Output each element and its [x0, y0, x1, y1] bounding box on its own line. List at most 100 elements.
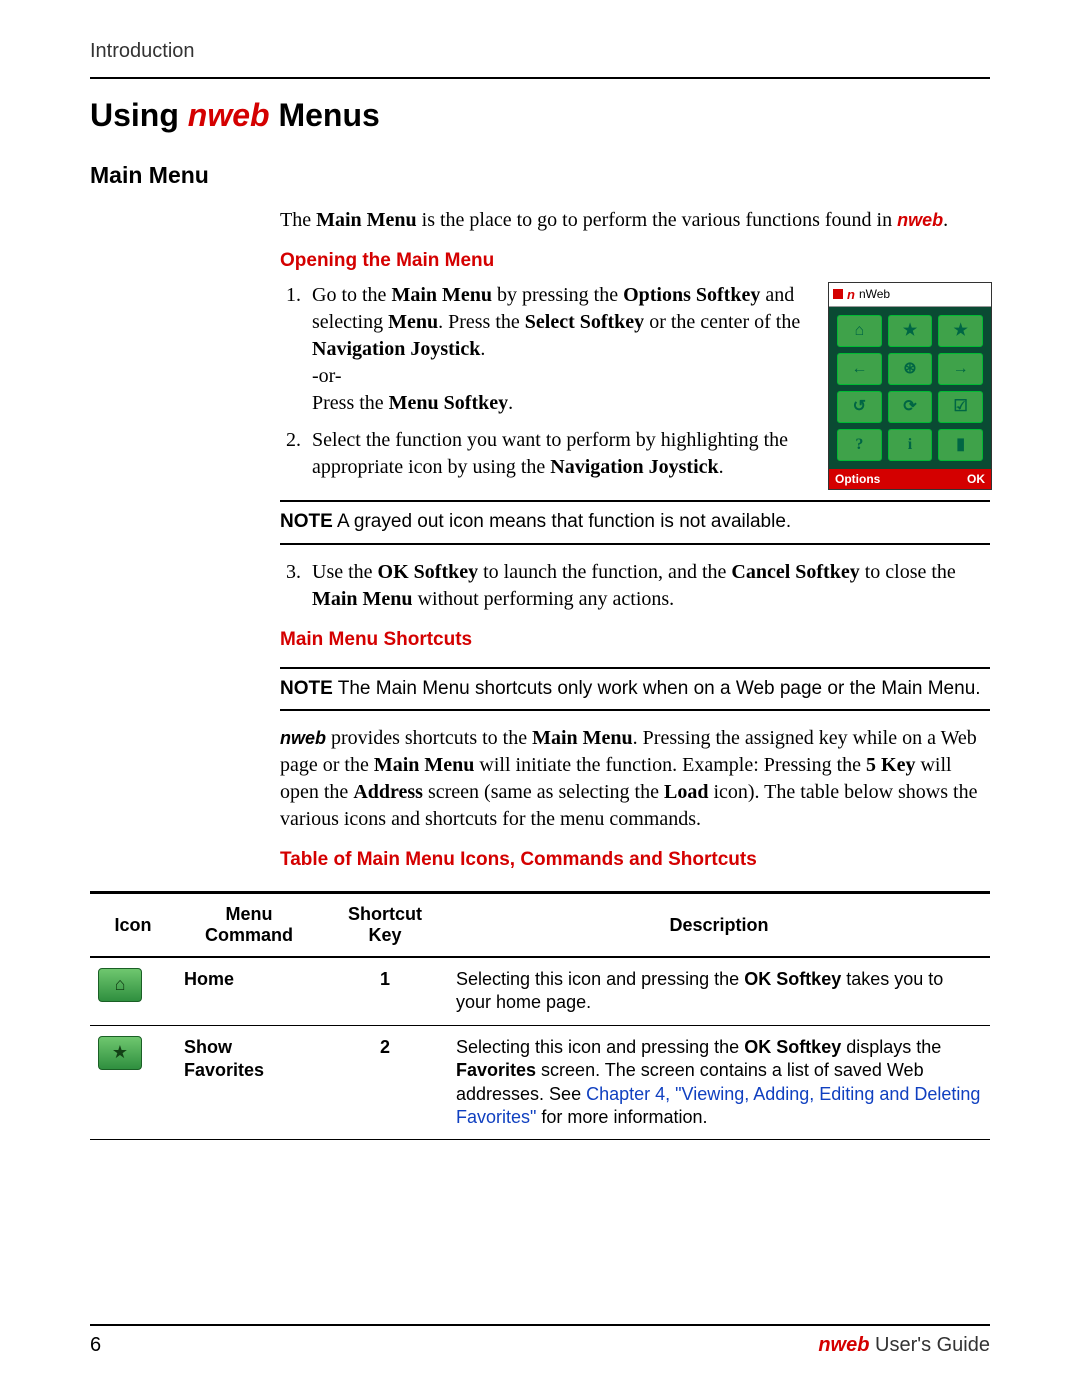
table-header-row: Icon Menu Command Shortcut Key Descripti… [90, 893, 990, 958]
phone-screenshot: n nWeb ⌂ ★ ★ ← ⊛ → ↺ ⟳ ☑ ? i ▮ Options O… [828, 282, 990, 491]
th-icon: Icon [90, 893, 176, 958]
text: . [719, 456, 724, 478]
text: will initiate the function. Example: Pre… [474, 754, 866, 776]
menu-cell: ☑ [938, 391, 983, 423]
title-pre: Using [90, 97, 188, 133]
cell-key: 2 [322, 1025, 448, 1140]
th-key: Shortcut Key [322, 893, 448, 958]
note-text: A grayed out icon means that function is… [333, 511, 791, 532]
text: Selecting this icon and pressing the [456, 969, 744, 989]
table-row: ★ Show Favorites 2 Selecting this icon a… [90, 1025, 990, 1140]
note-label: NOTE [280, 511, 333, 532]
phone-titlebar: n nWeb [829, 283, 991, 308]
cell-command: Show Favorites [176, 1025, 322, 1140]
section-heading: Main Menu [90, 162, 990, 189]
phone-softkey-left: Options [835, 471, 880, 487]
phone-flag-icon [833, 289, 843, 299]
text: . [508, 392, 513, 414]
intro-paragraph: The Main Menu is the place to go to perf… [280, 207, 990, 234]
text: Go to the [312, 284, 391, 306]
bold: Main Menu [391, 284, 492, 306]
title-post: Menus [270, 97, 380, 133]
text: . Press the [438, 311, 525, 333]
text: displays the [841, 1037, 941, 1057]
menu-cell: ? [837, 429, 882, 461]
cell-icon: ★ [90, 1025, 176, 1140]
th-command: Menu Command [176, 893, 322, 958]
note-text: The Main Menu shortcuts only work when o… [333, 678, 981, 699]
footer-brand: nweb [818, 1334, 869, 1356]
text: without performing any actions. [413, 588, 675, 610]
bold: Options Softkey [623, 284, 760, 306]
phone-title-text: nWeb [859, 286, 890, 302]
subheading-opening: Opening the Main Menu [280, 248, 990, 274]
bold: Load [664, 781, 708, 803]
bold: Navigation Joystick [550, 456, 718, 478]
shortcuts-paragraph: nweb provides shortcuts to the Main Menu… [280, 725, 990, 833]
note-block-1: NOTE A grayed out icon means that functi… [280, 500, 990, 545]
menu-cell: ⟳ [888, 391, 933, 423]
bold: 5 Key [866, 754, 915, 776]
text: . [480, 338, 485, 360]
text: screen (same as selecting the [423, 781, 664, 803]
bold: Main Menu [312, 588, 413, 610]
bold: Navigation Joystick [312, 338, 480, 360]
footer-rule [90, 1324, 990, 1326]
table-row: ⌂ Home 1 Selecting this icon and pressin… [90, 957, 990, 1025]
cell-command: Home [176, 957, 322, 1025]
bold: Main Menu [316, 209, 417, 231]
icons-table: Icon Menu Command Shortcut Key Descripti… [90, 891, 990, 1140]
bold: OK Softkey [744, 969, 841, 989]
menu-cell: ↺ [837, 391, 882, 423]
page-footer: 6 nweb User's Guide [90, 1324, 990, 1357]
text: or the center of the [644, 311, 800, 333]
cell-icon: ⌂ [90, 957, 176, 1025]
subheading-table: Table of Main Menu Icons, Commands and S… [280, 847, 990, 873]
brand-inline: nweb [897, 210, 943, 230]
bold: Favorites [456, 1060, 536, 1080]
text: by pressing the [492, 284, 623, 306]
text: provides shortcuts to the [326, 727, 532, 749]
home-icon: ⌂ [98, 968, 142, 1002]
menu-cell: ★ [888, 315, 933, 347]
star-icon: ★ [98, 1036, 142, 1070]
note-label: NOTE [280, 678, 333, 699]
text: to close the [860, 561, 956, 583]
brand-inline: nweb [280, 728, 326, 748]
bold: Cancel Softkey [731, 561, 859, 583]
footer-rest: User's Guide [869, 1334, 990, 1356]
bold: Menu [388, 311, 438, 333]
running-header: Introduction [90, 40, 990, 63]
title-brand: nweb [188, 97, 270, 133]
cell-description: Selecting this icon and pressing the OK … [448, 957, 990, 1025]
menu-cell: ← [837, 353, 882, 385]
page-title: Using nweb Menus [90, 97, 990, 134]
text: for more information. [536, 1107, 707, 1127]
menu-cell: ⌂ [837, 315, 882, 347]
text: The [280, 209, 316, 231]
text: Press the [312, 392, 389, 414]
bold: Menu Softkey [389, 392, 508, 414]
bold: OK Softkey [744, 1037, 841, 1057]
phone-title-n: n [847, 286, 855, 304]
steps-list-cont: Use the OK Softkey to launch the functio… [280, 559, 990, 613]
menu-cell: i [888, 429, 933, 461]
text: Selecting this icon and pressing the [456, 1037, 744, 1057]
text: is the place to go to perform the variou… [417, 209, 897, 231]
header-rule [90, 77, 990, 79]
menu-cell: ★ [938, 315, 983, 347]
cell-key: 1 [322, 957, 448, 1025]
th-description: Description [448, 893, 990, 958]
note-block-2: NOTE The Main Menu shortcuts only work w… [280, 667, 990, 712]
step-3: Use the OK Softkey to launch the functio… [306, 559, 990, 613]
footer-title: nweb User's Guide [818, 1334, 990, 1357]
subheading-shortcuts: Main Menu Shortcuts [280, 627, 990, 653]
page-number: 6 [90, 1334, 101, 1357]
menu-cell: → [938, 353, 983, 385]
bold: Main Menu [532, 727, 633, 749]
text: to launch the function, and the [478, 561, 731, 583]
bold: Address [353, 781, 423, 803]
cell-description: Selecting this icon and pressing the OK … [448, 1025, 990, 1140]
phone-menu-grid: ⌂ ★ ★ ← ⊛ → ↺ ⟳ ☑ ? i ▮ [829, 307, 991, 469]
bold: OK Softkey [378, 561, 479, 583]
